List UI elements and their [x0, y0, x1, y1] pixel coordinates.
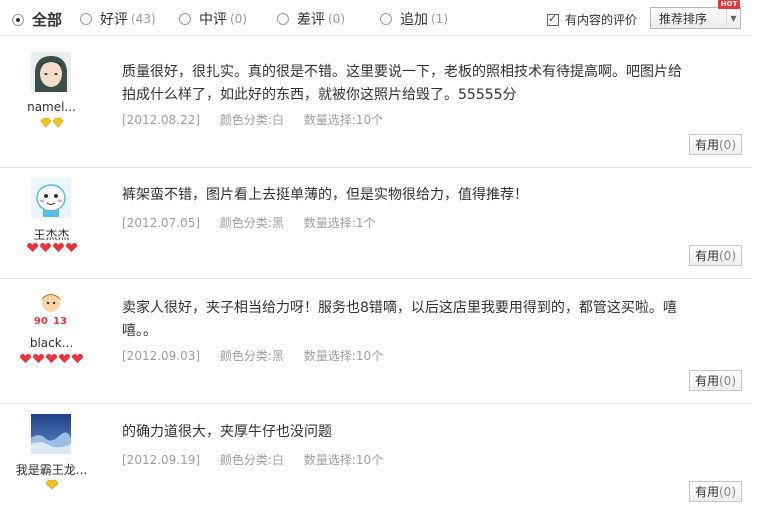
username[interactable]: black... — [0, 336, 103, 350]
filter-all-label: 全部 — [32, 11, 63, 29]
review-comment: 卖家人很好，夹子相当给力呀！服务也8错嘀，以后这店里我要用得到的，都管这买啦。嘻… — [122, 300, 677, 339]
review-color: 颜色分类:黑 — [219, 349, 284, 363]
filter-bad[interactable]: 差评 (0) — [277, 9, 345, 29]
useful-count: (0) — [719, 484, 736, 499]
yellow-diamond-icon — [45, 479, 58, 490]
review-color: 颜色分类:白 — [219, 453, 284, 467]
user-avatar[interactable] — [31, 178, 71, 218]
useful-label: 有用 — [694, 485, 719, 499]
review-quantity: 数量选择:10个 — [303, 113, 384, 127]
review-meta: [2012.07.05] 颜色分类:黑 数量选择:1个 — [122, 214, 391, 231]
review-item: namel... 质量很好，很扎实。真的很是不错。这里要说一下，老板的照相技术有… — [0, 37, 752, 168]
buyer-level — [0, 242, 103, 252]
review-quantity: 数量选择:10个 — [303, 349, 384, 363]
review-meta: [2012.09.19] 颜色分类:白 数量选择:10个 — [122, 451, 399, 468]
useful-label: 有用 — [694, 249, 719, 263]
buyer-level — [0, 479, 103, 490]
filter-neutral[interactable]: 中评 (0) — [179, 9, 247, 29]
username[interactable]: 我是霸王龙... — [0, 461, 103, 478]
review-item: 90 13 black... 卖家人很好，夹子相当给力呀！服务也8错嘀，以后这店… — [0, 279, 752, 404]
review-filter-bar: 全部 好评 (43) 中评 (0) 差评 (0) 追加 (1) 有内容的评价 推… — [0, 0, 752, 36]
chevron-down-icon[interactable]: ▼ — [726, 8, 740, 28]
svg-text:13: 13 — [53, 316, 67, 327]
user-avatar[interactable] — [31, 414, 71, 454]
filter-neutral-label: 中评 — [199, 12, 227, 28]
hot-badge: HOT — [718, 0, 740, 9]
review-meta: [2012.08.22] 颜色分类:白 数量选择:10个 — [122, 111, 399, 128]
filter-neutral-count: (0) — [230, 12, 247, 26]
review-date: [2012.07.05] — [122, 216, 201, 230]
filter-append-count: (1) — [431, 12, 448, 26]
with-content-filter[interactable]: 有内容的评价 — [547, 11, 637, 28]
filter-append-radio[interactable] — [380, 13, 392, 25]
filter-good-count: (43) — [131, 12, 156, 26]
filter-bad-count: (0) — [328, 12, 345, 26]
with-content-checkbox[interactable] — [547, 12, 559, 26]
useful-button[interactable]: 有用 (0) — [689, 481, 742, 502]
review-meta: [2012.09.03] 颜色分类:黑 数量选择:10个 — [122, 347, 399, 364]
useful-label: 有用 — [694, 138, 719, 152]
user-avatar[interactable]: 90 13 — [31, 289, 71, 329]
useful-count: (0) — [719, 137, 736, 152]
filter-bad-label: 差评 — [297, 12, 325, 28]
useful-count: (0) — [719, 248, 736, 263]
filter-append[interactable]: 追加 (1) — [380, 9, 448, 29]
sort-dropdown[interactable]: 推荐排序 ▼ — [650, 7, 741, 29]
filter-all-radio[interactable] — [12, 13, 24, 26]
review-date: [2012.09.19] — [122, 453, 201, 467]
useful-button[interactable]: 有用 (0) — [689, 245, 742, 266]
useful-button[interactable]: 有用 (0) — [689, 134, 742, 155]
username[interactable]: namel... — [0, 100, 103, 114]
sort-dropdown-value: 推荐排序 — [659, 11, 708, 26]
review-color: 颜色分类:白 — [219, 113, 284, 127]
review-date: [2012.08.22] — [122, 113, 201, 127]
review-item: 我是霸王龙... 的确力道很大，夹厚牛仔也没问题 [2012.09.19] 颜色… — [0, 404, 752, 515]
filter-good[interactable]: 好评 (43) — [80, 9, 156, 29]
review-comment: 的确力道很大，夹厚牛仔也没问题 — [122, 424, 332, 440]
filter-all[interactable]: 全部 — [12, 9, 62, 30]
filter-bad-radio[interactable] — [277, 13, 289, 25]
username[interactable]: 王杰杰 — [0, 226, 103, 243]
filter-append-label: 追加 — [400, 12, 428, 28]
user-avatar[interactable] — [31, 52, 71, 92]
review-comment: 质量很好，很扎实。真的很是不错。这里要说一下，老板的照相技术有待提高啊。吧图片给… — [122, 64, 682, 103]
review-quantity: 数量选择:10个 — [303, 453, 384, 467]
yellow-diamond-icon — [40, 117, 63, 128]
useful-label: 有用 — [694, 374, 719, 388]
filter-good-radio[interactable] — [80, 13, 92, 25]
useful-count: (0) — [719, 373, 736, 388]
review-date: [2012.09.03] — [122, 349, 201, 363]
svg-text:90: 90 — [34, 316, 48, 327]
with-content-label: 有内容的评价 — [565, 13, 638, 27]
buyer-level — [0, 353, 103, 363]
buyer-level — [0, 117, 103, 128]
review-comment: 裤架蛮不错，图片看上去挺单薄的，但是实物很给力，值得推荐！ — [122, 187, 528, 203]
useful-button[interactable]: 有用 (0) — [689, 370, 742, 391]
review-quantity: 数量选择:1个 — [303, 216, 376, 230]
review-item: 王杰杰 裤架蛮不错，图片看上去挺单薄的，但是实物很给力，值得推荐！ [2012.… — [0, 168, 752, 279]
filter-neutral-radio[interactable] — [179, 13, 191, 25]
red-heart-icon — [20, 354, 83, 363]
review-color: 颜色分类:黑 — [219, 216, 284, 230]
filter-good-label: 好评 — [100, 12, 128, 28]
red-heart-icon — [26, 243, 77, 252]
